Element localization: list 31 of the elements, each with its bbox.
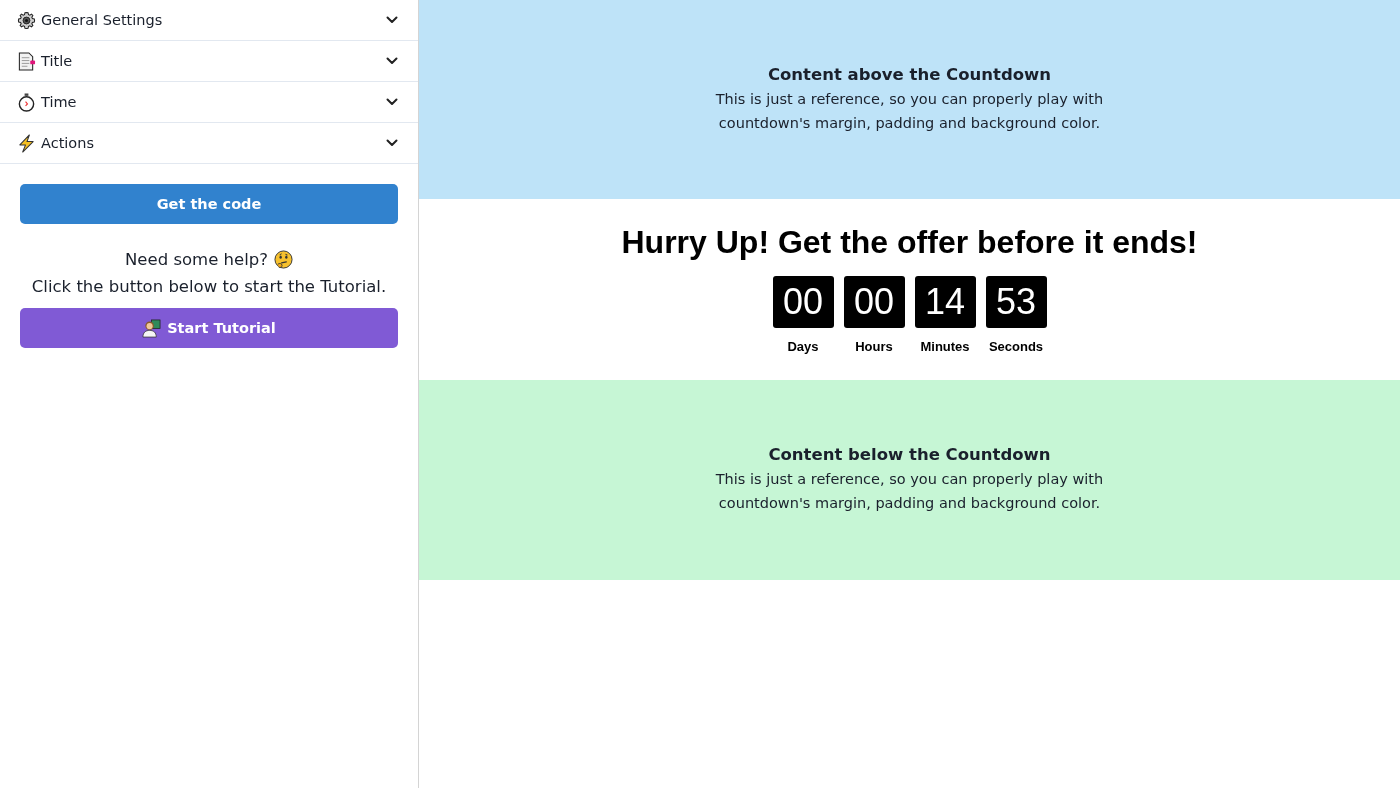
help-instruction: Click the button below to start the Tutorial. xyxy=(31,276,387,298)
help-question: Need some help? xyxy=(125,249,268,271)
countdown-unit-label: Seconds xyxy=(988,339,1044,354)
thinking-face-icon xyxy=(273,250,293,269)
accordion-label: Time xyxy=(41,94,77,110)
countdown-digits: 14 xyxy=(914,276,976,328)
panel-text: This is just a reference, so you can properly play with countdown's margin, padding and background color. xyxy=(714,89,1105,133)
gear-icon xyxy=(17,10,36,30)
accordion-label: Actions xyxy=(41,135,94,151)
countdown-digits: 53 xyxy=(985,276,1047,328)
stopwatch-icon xyxy=(17,92,36,112)
countdown-title: Hurry Up! Get the offer before it ends! xyxy=(621,223,1198,261)
accordion-label: General Settings xyxy=(41,12,163,28)
accordion-label: Title xyxy=(41,53,73,69)
start-tutorial-button[interactable]: Start Tutorial xyxy=(20,308,398,348)
panel-text: This is just a reference, so you can properly play with countdown's margin, padding and background color. xyxy=(714,470,1105,513)
get-code-button[interactable]: Get the code xyxy=(20,184,398,224)
countdown-digits: 00 xyxy=(772,276,834,328)
accordion-header[interactable]: General Settings xyxy=(0,0,418,41)
panel-heading: Content below the Countdown xyxy=(768,445,1051,464)
accordion-header[interactable]: Title xyxy=(0,41,418,82)
countdown-unit-label: Hours xyxy=(855,339,893,354)
teacher-icon xyxy=(142,318,162,338)
lightning-icon xyxy=(17,133,36,153)
accordion-header[interactable]: Actions xyxy=(0,123,418,164)
accordion-header[interactable]: Time xyxy=(0,82,418,123)
countdown-unit-label: Minutes xyxy=(920,339,970,354)
document-icon xyxy=(17,51,36,71)
countdown-unit-label: Days xyxy=(787,339,819,354)
panel-heading: Content above the Countdown xyxy=(767,64,1052,84)
countdown-digits: 00 xyxy=(843,276,905,328)
